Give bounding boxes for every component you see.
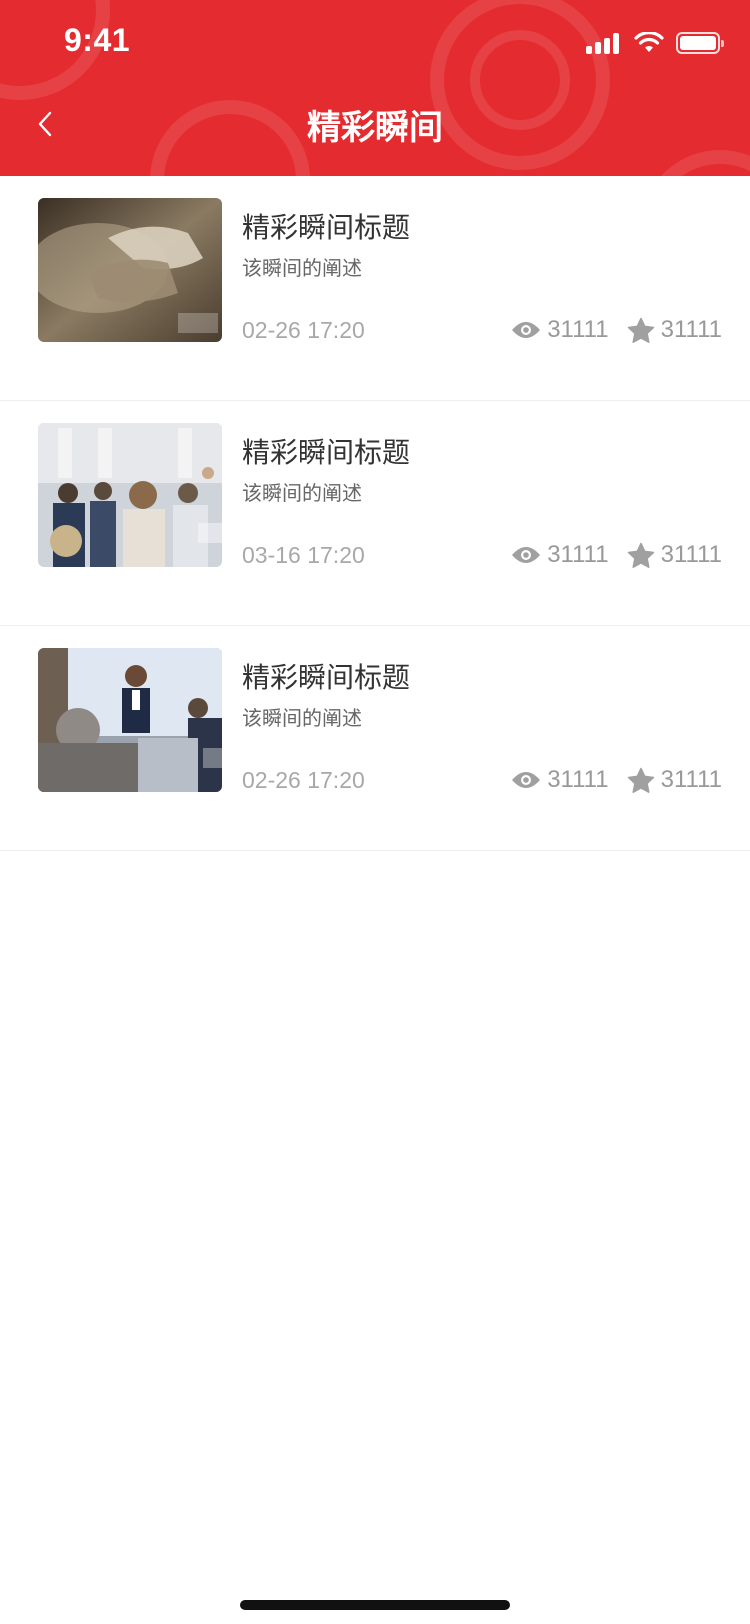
header-bar: 9:41 精彩瞬间 [0,0,750,176]
view-count: 31111 [511,766,609,794]
star-icon [627,542,654,568]
eye-icon [512,772,541,788]
presenter-photo [38,648,222,792]
like-count-value: 31111 [660,316,722,343]
cellular-signal-icon [586,32,622,54]
list-item[interactable]: 精彩瞬间标题 该瞬间的阐述 02-26 17:20 31111 31111 [0,176,750,401]
view-count: 31111 [511,541,609,569]
item-title: 精彩瞬间标题 [242,436,411,469]
page-title: 精彩瞬间 [307,108,443,148]
moments-list: 精彩瞬间标题 该瞬间的阐述 02-26 17:20 31111 31111 精彩… [0,176,750,851]
view-count-value: 31111 [547,766,609,793]
audience-applause-photo [38,423,222,567]
screen: 9:41 精彩瞬间 精彩瞬间标题 该瞬间的阐述 02-26 17:20 3111… [0,0,750,1624]
battery-icon [676,32,724,54]
wifi-icon [634,32,664,52]
thumbnail-image [38,648,222,792]
like-count: 31111 [627,541,722,569]
item-title: 精彩瞬间标题 [242,661,411,694]
thumbnail-image [38,198,222,342]
item-description: 该瞬间的阐述 [242,481,362,505]
view-count-value: 31111 [547,316,609,343]
item-stats: 31111 31111 [511,766,722,794]
status-icons [586,30,724,56]
like-count: 31111 [627,316,722,344]
item-date: 02-26 17:20 [242,317,365,343]
item-description: 该瞬间的阐述 [242,256,362,280]
star-icon [627,767,654,793]
like-count: 31111 [627,766,722,794]
list-item[interactable]: 精彩瞬间标题 该瞬间的阐述 02-26 17:20 31111 31111 [0,626,750,851]
item-date: 03-16 17:20 [242,542,365,568]
like-count-value: 31111 [660,766,722,793]
handshake-photo [38,198,222,342]
thumbnail-image [38,423,222,567]
eye-icon [512,322,541,338]
eye-icon [512,547,541,563]
star-icon [627,317,654,343]
item-date: 02-26 17:20 [242,767,365,793]
view-count-value: 31111 [547,541,609,568]
view-count: 31111 [511,316,609,344]
decor-circle [640,150,750,176]
item-title: 精彩瞬间标题 [242,211,411,244]
item-description: 该瞬间的阐述 [242,706,362,730]
item-stats: 31111 31111 [511,316,722,344]
item-stats: 31111 31111 [511,541,722,569]
home-indicator[interactable] [240,1600,510,1610]
status-time: 9:41 [64,22,131,58]
list-item[interactable]: 精彩瞬间标题 该瞬间的阐述 03-16 17:20 31111 31111 [0,401,750,626]
like-count-value: 31111 [660,541,722,568]
